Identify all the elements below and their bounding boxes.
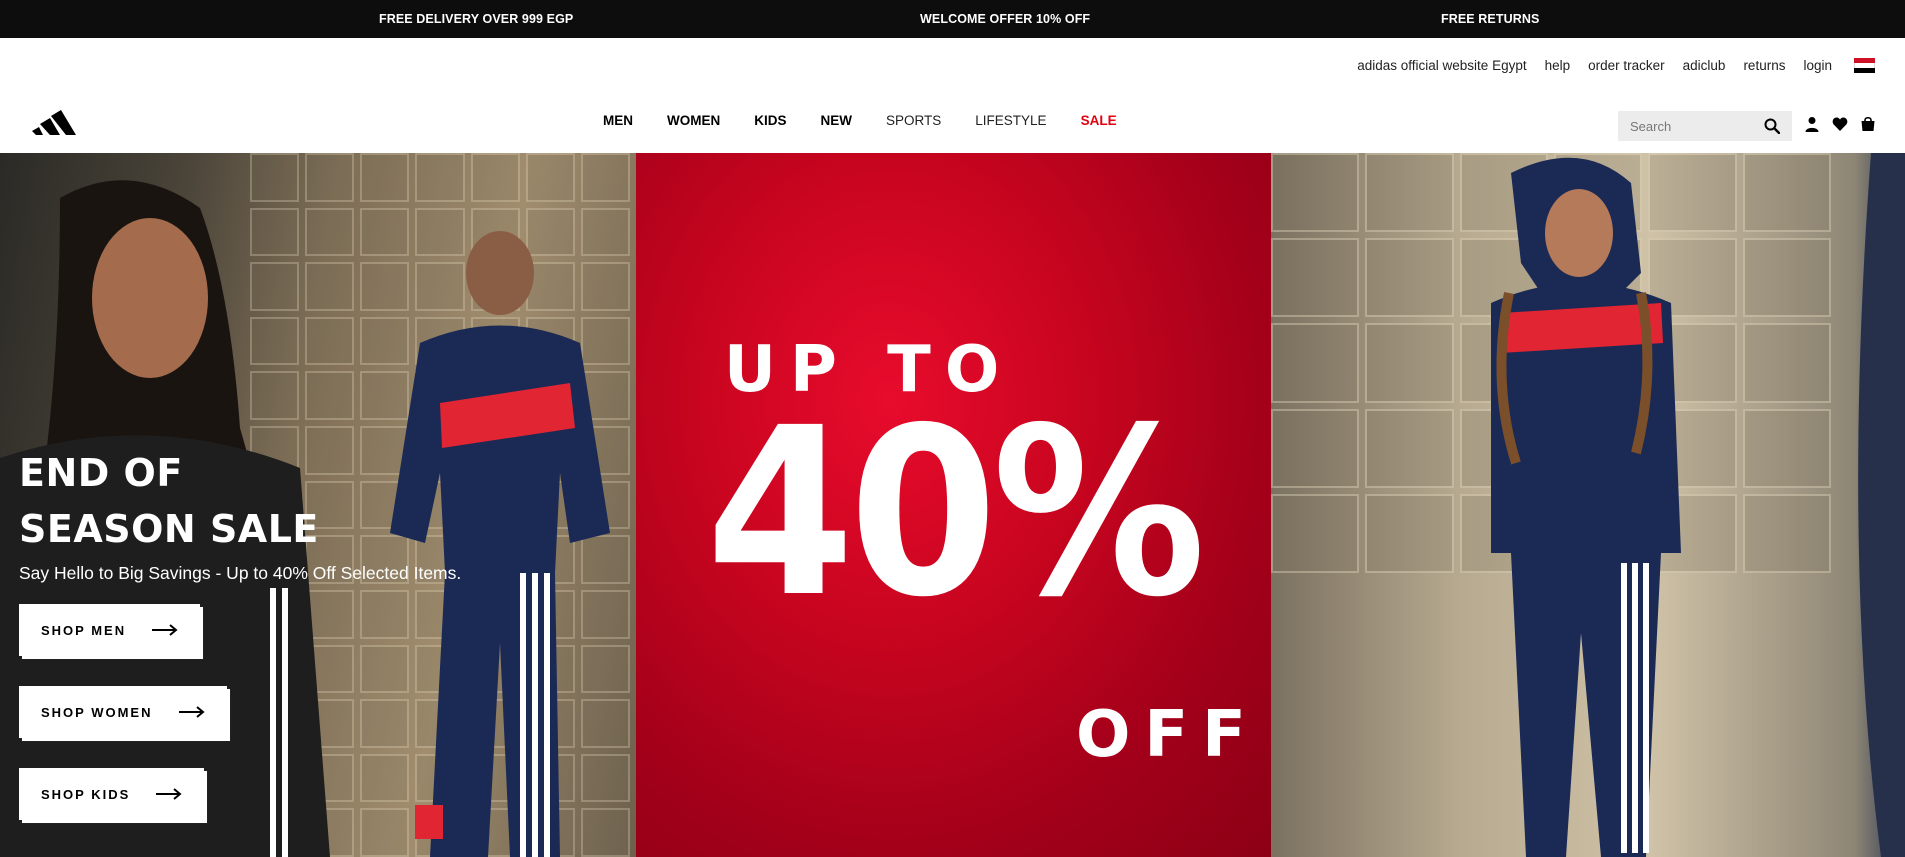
search-input[interactable] — [1630, 118, 1760, 134]
nav-kids[interactable]: KIDS — [754, 113, 786, 128]
user-icon[interactable] — [1804, 116, 1820, 132]
egypt-flag-icon[interactable] — [1854, 58, 1875, 73]
utility-links: adidas official website Egypt help order… — [1339, 58, 1875, 73]
promo-percent: 40% — [706, 378, 1206, 648]
nav-women[interactable]: WOMEN — [667, 113, 720, 128]
heart-icon[interactable] — [1832, 116, 1848, 132]
promo-off: OFF — [1076, 698, 1260, 772]
edge-person-image — [1858, 153, 1905, 857]
hero-copy: END OF SEASON SALE Say Hello to Big Savi… — [19, 445, 461, 584]
hero-panel-right[interactable] — [1271, 153, 1905, 857]
shop-men-button[interactable]: SHOP MEN — [19, 604, 201, 656]
link-order-tracker[interactable]: order tracker — [1588, 58, 1665, 73]
link-official-website[interactable]: adidas official website Egypt — [1357, 58, 1526, 73]
promo-free-delivery[interactable]: FREE DELIVERY OVER 999 EGP — [379, 0, 573, 38]
utility-bar: adidas official website Egypt help order… — [0, 38, 1905, 95]
nav-new[interactable]: NEW — [821, 113, 853, 128]
hero-panel-left[interactable]: END OF SEASON SALE Say Hello to Big Savi… — [0, 153, 636, 857]
link-login[interactable]: login — [1803, 58, 1832, 73]
hero-title-line2: SEASON SALE — [19, 507, 319, 551]
promo-bar: FREE DELIVERY OVER 999 EGP WELCOME OFFER… — [0, 0, 1905, 38]
shop-kids-button[interactable]: SHOP KIDS — [19, 768, 205, 820]
search-box — [1618, 111, 1792, 141]
nav-lifestyle[interactable]: LIFESTYLE — [975, 113, 1046, 128]
arrow-right-icon — [152, 624, 178, 636]
promo-free-returns[interactable]: FREE RETURNS — [1441, 0, 1539, 38]
bag-icon[interactable] — [1860, 116, 1876, 132]
arrow-right-icon — [156, 788, 182, 800]
shop-women-button[interactable]: SHOP WOMEN — [19, 686, 227, 738]
arrow-right-icon — [178, 706, 205, 718]
model-girl-image — [1491, 157, 1681, 857]
nav-sports[interactable]: SPORTS — [886, 113, 941, 128]
hero-subtitle: Say Hello to Big Savings - Up to 40% Off… — [19, 563, 462, 583]
shop-women-label: SHOP WOMEN — [41, 704, 153, 720]
hero-title-line1: END OF — [19, 451, 183, 495]
promo-welcome-offer[interactable]: WELCOME OFFER 10% OFF — [920, 0, 1090, 38]
header-icons — [1804, 116, 1876, 132]
link-adiclub[interactable]: adiclub — [1683, 58, 1726, 73]
search-icon[interactable] — [1764, 118, 1780, 134]
shop-men-label: SHOP MEN — [41, 622, 127, 638]
link-returns[interactable]: returns — [1743, 58, 1785, 73]
main-nav: MEN WOMEN KIDS NEW SPORTS LIFESTYLE SALE — [603, 113, 1151, 128]
hero-banner: END OF SEASON SALE Say Hello to Big Savi… — [0, 153, 1905, 857]
nav-sale[interactable]: SALE — [1081, 113, 1117, 128]
adidas-logo[interactable] — [30, 105, 78, 137]
main-header: MEN WOMEN KIDS NEW SPORTS LIFESTYLE SALE — [0, 95, 1905, 153]
link-help[interactable]: help — [1545, 58, 1571, 73]
hero-panel-sale[interactable]: UP TO 40% OFF — [636, 153, 1271, 857]
nav-men[interactable]: MEN — [603, 113, 633, 128]
shop-kids-label: SHOP KIDS — [41, 786, 131, 802]
